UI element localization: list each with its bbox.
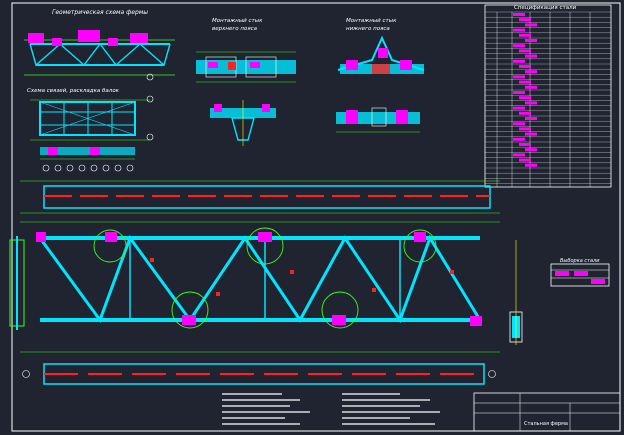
- steel-selection-table: Выборка стали: [550, 258, 610, 287]
- spec-highlight: [519, 96, 531, 100]
- spec-highlight: [513, 153, 525, 157]
- spec-highlight: [525, 39, 537, 42]
- spec-highlight: [525, 163, 537, 167]
- spec-highlight: [525, 101, 537, 105]
- spec-highlight: [525, 70, 537, 74]
- spec-highlight: [513, 91, 525, 94]
- truss-elevation-view: [9, 180, 523, 385]
- upper-node-title-1: Монтажный стык: [212, 18, 263, 24]
- spec-highlight: [525, 54, 537, 58]
- selection-table-title: Выборка стали: [560, 258, 600, 264]
- spec-highlight: [513, 28, 525, 32]
- upper-chord-joint-view: Монтажный стык верхнего пояса: [196, 18, 296, 146]
- upper-node-title-2: верхнего пояса: [212, 26, 258, 32]
- lower-node-title-1: Монтажный стык: [346, 18, 397, 24]
- general-notes: [222, 393, 440, 425]
- spec-highlight: [513, 137, 525, 141]
- drawing-canvas: Геометрическая схема фермы Схема связей,…: [9, 2, 621, 432]
- spec-highlight: [519, 158, 531, 162]
- spec-highlight: [519, 143, 531, 146]
- lower-node-title-2: нижнего пояса: [346, 26, 390, 32]
- spec-highlight: [519, 49, 531, 53]
- truss-scheme-title: Геометрическая схема фермы: [52, 9, 148, 16]
- steel-spec-table: Спецификация стали: [484, 4, 612, 188]
- spec-highlight: [519, 18, 531, 22]
- spec-highlight: [519, 80, 531, 84]
- spec-highlight: [525, 148, 537, 152]
- spec-highlight: [525, 85, 537, 89]
- truss-scheme-view: Геометрическая схема фермы: [24, 9, 175, 81]
- spec-highlight: [513, 59, 525, 63]
- spec-highlight: [519, 111, 531, 115]
- spec-highlight: [513, 106, 525, 110]
- spec-highlight: [513, 44, 525, 48]
- spec-highlight: [525, 132, 537, 136]
- bracing-plan-view: Схема связей, раскладка балок: [27, 88, 154, 172]
- drawing-name: Стальная ферма: [524, 421, 568, 427]
- spec-highlight: [513, 13, 525, 16]
- spec-highlight: [519, 127, 531, 131]
- spec-highlight: [525, 117, 537, 120]
- bracing-title: Схема связей, раскладка балок: [27, 88, 120, 94]
- spec-highlight: [519, 65, 531, 68]
- spec-highlight: [513, 122, 525, 126]
- spec-highlight: [525, 23, 537, 27]
- title-block: Стальная ферма: [473, 392, 621, 432]
- spec-highlight: [513, 75, 525, 79]
- spec-table-rows: [485, 11, 611, 187]
- spec-highlight: [519, 33, 531, 37]
- lower-chord-joint-view: Монтажный стык нижнего пояса: [336, 18, 425, 133]
- spec-table-title: Спецификация стали: [514, 5, 577, 11]
